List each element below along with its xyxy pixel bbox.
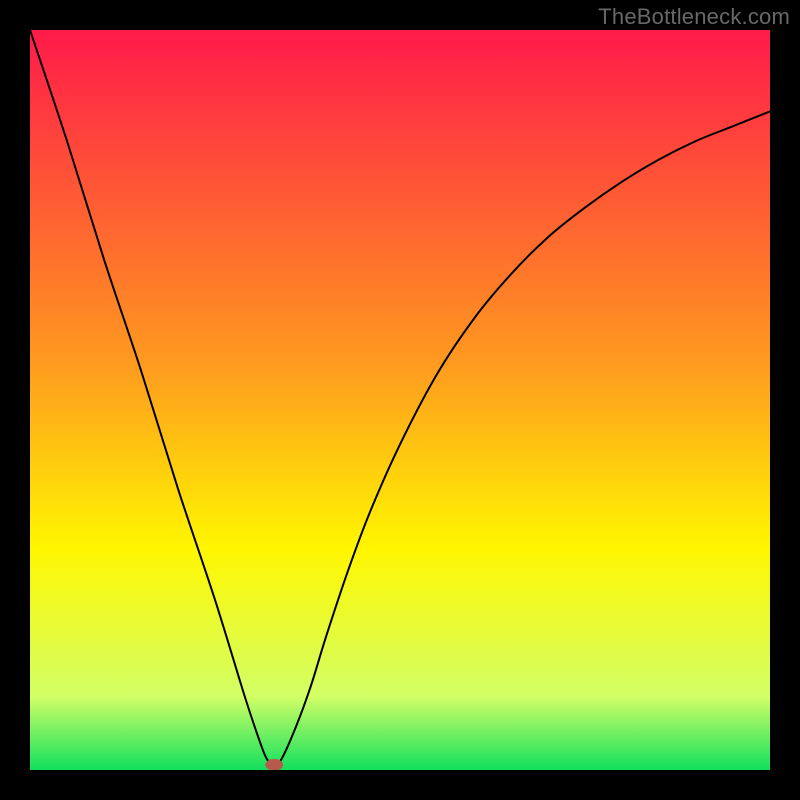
bottleneck-chart <box>30 30 770 770</box>
chart-background <box>30 30 770 770</box>
watermark-label: TheBottleneck.com <box>598 4 790 30</box>
chart-frame: TheBottleneck.com <box>0 0 800 800</box>
chart-svg <box>30 30 770 770</box>
